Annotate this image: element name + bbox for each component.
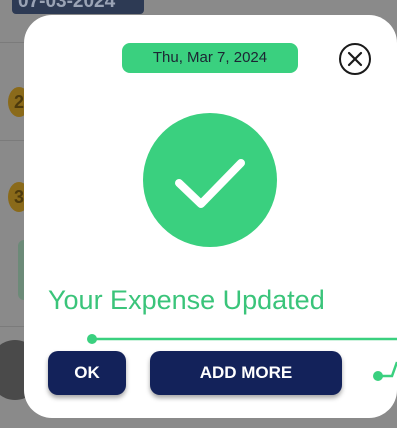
background-date-label: 07-03-2024 (12, 0, 144, 14)
ok-button[interactable]: OK (48, 351, 126, 395)
add-more-button[interactable]: ADD MORE (150, 351, 342, 395)
expense-updated-dialog: Thu, Mar 7, 2024 Your Expense Updated OK… (24, 15, 397, 418)
date-badge: Thu, Mar 7, 2024 (122, 43, 298, 73)
success-badge (143, 113, 277, 247)
screen: 07-03-2024 2 3 Thu, Mar 7, 2024 Your Exp… (0, 0, 397, 428)
close-circle-x-icon (339, 43, 371, 75)
close-button[interactable] (338, 42, 372, 76)
checkmark-icon (175, 159, 245, 208)
success-message: Your Expense Updated (48, 285, 325, 315)
